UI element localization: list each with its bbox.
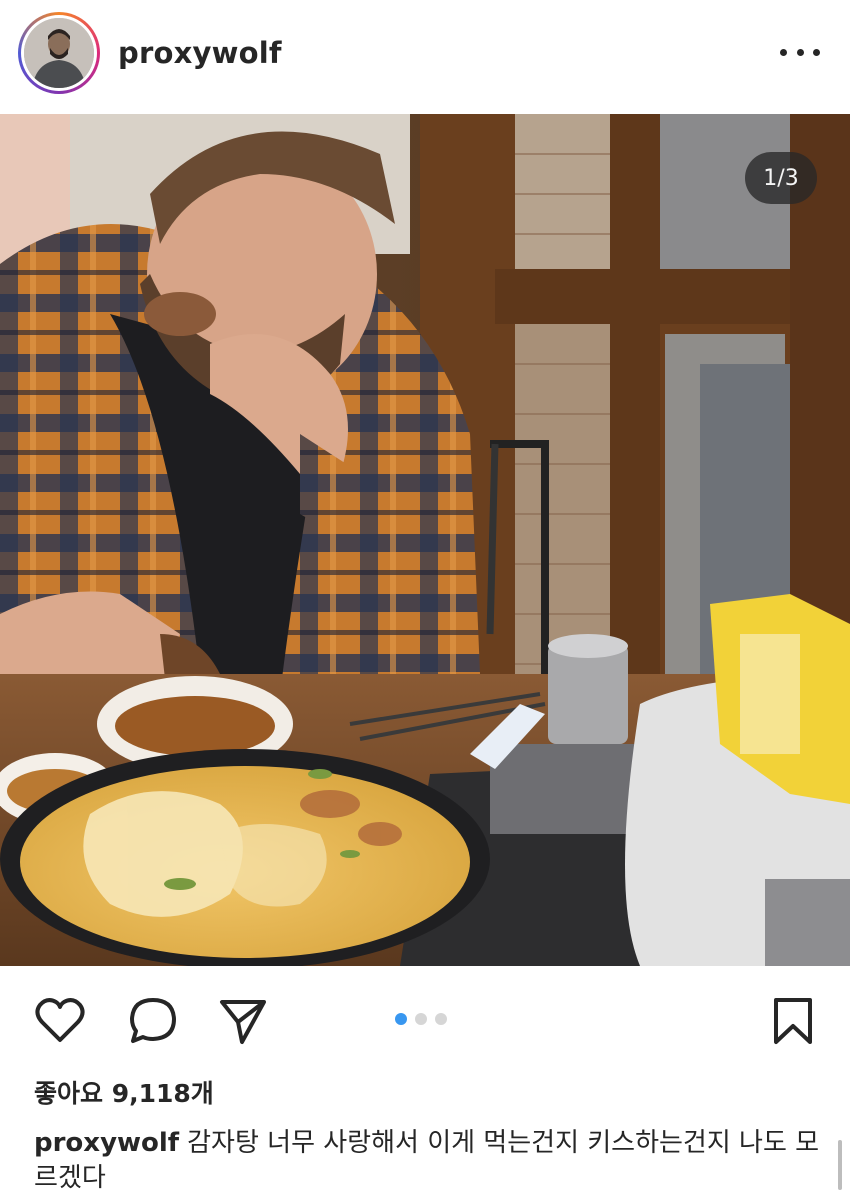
share-icon[interactable]: [218, 996, 268, 1050]
image-counter: 1/3: [745, 152, 817, 204]
heart-icon[interactable]: [34, 996, 86, 1048]
carousel-dot-1[interactable]: [395, 1013, 407, 1025]
more-icon[interactable]: [780, 40, 820, 64]
post-image: [0, 114, 850, 966]
scrollbar[interactable]: [838, 1140, 842, 1190]
comment-icon[interactable]: [128, 996, 178, 1050]
post-header: proxywolf: [0, 0, 850, 112]
caption-username[interactable]: proxywolf: [34, 1128, 179, 1158]
carousel-dot-2[interactable]: [415, 1013, 427, 1025]
avatar: [24, 18, 94, 88]
carousel-indicator: [395, 1013, 447, 1025]
avatar-image: [24, 18, 94, 88]
bookmark-icon[interactable]: [770, 996, 816, 1050]
likes-count[interactable]: 좋아요 9,118개: [34, 1074, 214, 1110]
username[interactable]: proxywolf: [118, 36, 282, 70]
avatar-story-ring[interactable]: [18, 12, 100, 94]
post-caption: proxywolf 감자탕 너무 사랑해서 이게 먹는건지 키스하는건지 나도 모…: [34, 1126, 824, 1196]
carousel-dot-3[interactable]: [435, 1013, 447, 1025]
post-photo[interactable]: [0, 114, 850, 966]
